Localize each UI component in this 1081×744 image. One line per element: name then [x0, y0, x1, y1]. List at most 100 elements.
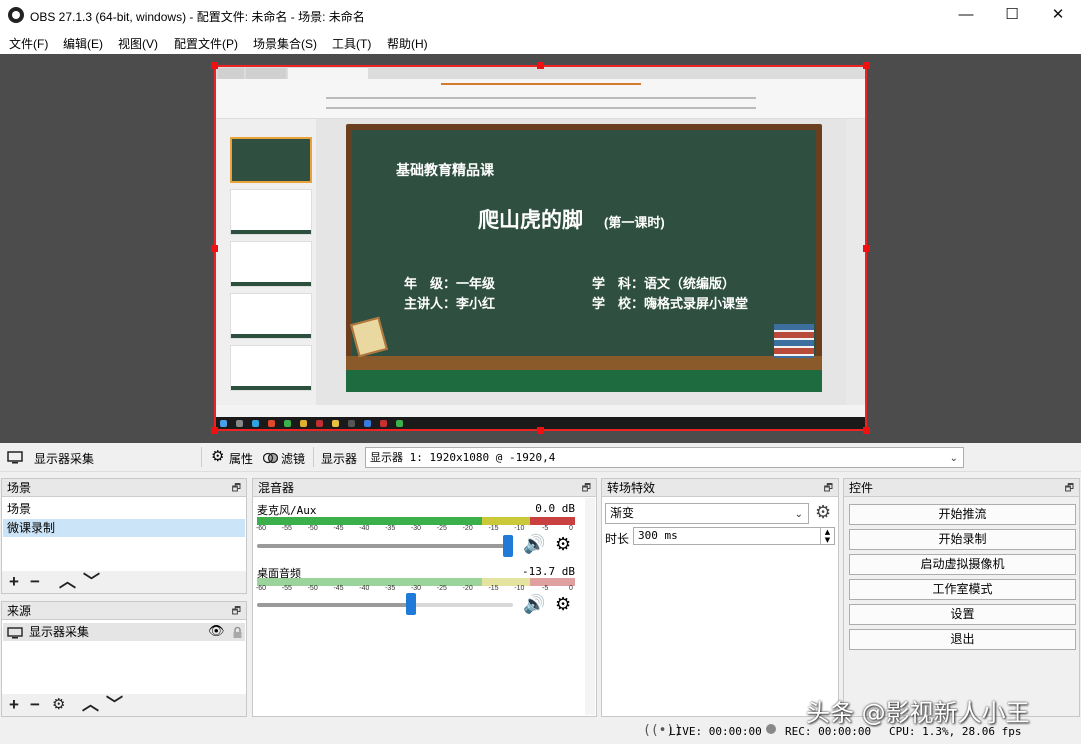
- capture-tab: [218, 68, 244, 79]
- menu-help[interactable]: 帮助(H): [387, 35, 428, 52]
- preview-canvas[interactable]: 基础教育精品课 爬山虎的脚 (第一课时) 年 级：一年级 学 科：语文（统编版）…: [0, 54, 1081, 443]
- menu-view[interactable]: 视图(V): [118, 35, 158, 52]
- meter-tick-label: -5: [542, 585, 549, 592]
- maximize-button[interactable]: ☐: [989, 0, 1035, 30]
- source-toolbar: 显示器采集 ⚙ 属性 滤镜 显示器 显示器 1: 1920x1080 @ -19…: [0, 443, 1081, 472]
- chevron-down-icon: ⌄: [949, 453, 958, 464]
- meter-tick-label: -55: [281, 525, 292, 532]
- display-label: 显示器: [321, 452, 358, 466]
- speaker-icon[interactable]: 🔊: [523, 594, 545, 615]
- add-icon[interactable]: +: [9, 572, 19, 592]
- gear-icon: ⚙: [211, 448, 225, 465]
- meter-tick-label: -35: [385, 585, 396, 592]
- slide-header: 基础教育精品课: [396, 162, 494, 178]
- display-capture-preview[interactable]: 基础教育精品课 爬山虎的脚 (第一课时) 年 级：一年级 学 科：语文（统编版）…: [211, 62, 870, 434]
- transitions-title: 转场特效: [602, 479, 838, 497]
- scenes-title: 场景: [2, 479, 246, 497]
- remove-icon[interactable]: −: [30, 695, 40, 715]
- slide-thumb: [230, 189, 312, 235]
- meter-tick-label: -60: [255, 525, 267, 532]
- controls-dock: 控件 🗗 开始推流 开始录制 启动虚拟摄像机 工作室模式 设置 退出: [843, 478, 1080, 717]
- meter-tick-label: -30: [410, 585, 422, 592]
- chalkboard-slide: 基础教育精品课 爬山虎的脚 (第一课时) 年 级：一年级 学 科：语文（统编版）…: [346, 124, 822, 392]
- scrollbar[interactable]: [585, 498, 595, 715]
- volume-slider-knob[interactable]: [405, 593, 416, 615]
- resize-handle[interactable]: [863, 427, 870, 434]
- studio-mode-button[interactable]: 工作室模式: [849, 579, 1076, 600]
- move-up-icon[interactable]: ︿: [59, 572, 76, 592]
- channel-name: 麦克风/Aux: [257, 504, 317, 517]
- speaker-icon[interactable]: 🔊: [523, 534, 545, 555]
- taskbar-search-icon: [236, 420, 243, 427]
- meter-tick-label: -10: [514, 585, 525, 592]
- exit-button[interactable]: 退出: [849, 629, 1076, 650]
- menu-edit[interactable]: 编辑(E): [63, 35, 103, 52]
- add-icon[interactable]: +: [9, 695, 19, 715]
- resize-handle[interactable]: [863, 62, 870, 69]
- volume-slider-knob[interactable]: [502, 535, 513, 557]
- resize-handle[interactable]: [211, 245, 218, 252]
- chalk-ledge: [346, 356, 822, 370]
- transition-select[interactable]: 渐变 ⌄: [605, 503, 809, 524]
- watermark-text: 头条 @影视新人小王: [806, 699, 1030, 727]
- move-down-icon[interactable]: ﹀: [83, 572, 100, 592]
- taskbar-app-icon: [396, 420, 403, 427]
- lock-icon[interactable]: [232, 626, 243, 639]
- taskbar-app-icon: [284, 420, 291, 427]
- properties-button[interactable]: 属性: [229, 450, 253, 467]
- float-icon[interactable]: 🗗: [824, 481, 833, 498]
- scene-item-selected[interactable]: 微课录制: [3, 519, 245, 537]
- scenes-dock: 场景 🗗 场景 微课录制 + − ︿ ﹀: [1, 478, 247, 594]
- taskbar-app-icon: [348, 420, 355, 427]
- menu-scene-collection[interactable]: 场景集合(S): [253, 35, 317, 52]
- monitor-icon: [7, 451, 23, 464]
- menu-file[interactable]: 文件(F): [9, 35, 48, 52]
- float-icon[interactable]: 🗗: [582, 481, 591, 498]
- resize-handle[interactable]: [211, 427, 218, 434]
- remove-icon[interactable]: −: [30, 572, 40, 592]
- float-icon[interactable]: 🗗: [1065, 481, 1074, 498]
- start-streaming-button[interactable]: 开始推流: [849, 504, 1076, 525]
- gear-icon[interactable]: ⚙: [52, 695, 65, 715]
- duration-value: 300 ms: [638, 529, 678, 542]
- resize-handle[interactable]: [211, 62, 218, 69]
- float-icon[interactable]: 🗗: [232, 481, 241, 498]
- start-recording-button[interactable]: 开始录制: [849, 529, 1076, 550]
- chalkboard: 基础教育精品课 爬山虎的脚 (第一课时) 年 级：一年级 学 科：语文（统编版）…: [352, 130, 816, 356]
- gear-icon[interactable]: ⚙: [815, 502, 831, 523]
- volume-meter: [257, 517, 575, 525]
- duration-input[interactable]: 300 ms ▲ ▼: [633, 527, 835, 545]
- taskbar-app-icon: [380, 420, 387, 427]
- close-button[interactable]: ✕: [1035, 0, 1081, 30]
- slide-editor: 基础教育精品课 爬山虎的脚 (第一课时) 年 级：一年级 学 科：语文（统编版）…: [316, 119, 846, 405]
- move-down-icon[interactable]: ﹀: [106, 695, 123, 715]
- capture-tab: [246, 68, 286, 79]
- source-item[interactable]: 显示器采集 👁: [3, 623, 245, 641]
- source-item-label: 显示器采集: [29, 625, 90, 639]
- volume-slider-fill: [257, 603, 411, 607]
- resize-handle[interactable]: [537, 62, 544, 69]
- gear-icon[interactable]: ⚙: [555, 534, 571, 555]
- menu-tools[interactable]: 工具(T): [332, 35, 371, 52]
- eye-icon[interactable]: 👁: [208, 622, 225, 640]
- meter-tick-label: 0: [569, 525, 573, 532]
- capture-tab: [288, 68, 368, 79]
- scene-item[interactable]: 场景: [3, 500, 245, 518]
- gear-icon[interactable]: ⚙: [555, 594, 571, 615]
- start-virtual-camera-button[interactable]: 启动虚拟摄像机: [849, 554, 1076, 575]
- settings-button[interactable]: 设置: [849, 604, 1076, 625]
- monitor-icon: [7, 627, 23, 639]
- resize-handle[interactable]: [863, 245, 870, 252]
- meter-tick-label: -15: [488, 525, 499, 532]
- mixer-title: 混音器: [253, 479, 596, 497]
- menu-profile[interactable]: 配置文件(P): [174, 35, 238, 52]
- meter-tick-label: -25: [436, 525, 447, 532]
- resize-handle[interactable]: [537, 427, 544, 434]
- filters-button[interactable]: 滤镜: [281, 450, 305, 467]
- display-select[interactable]: 显示器 1: 1920x1080 @ -1920,4 ⌄: [365, 447, 964, 468]
- float-icon[interactable]: 🗗: [232, 604, 241, 621]
- minimize-button[interactable]: —: [943, 0, 989, 30]
- move-up-icon[interactable]: ︿: [82, 695, 99, 715]
- spinner-icon[interactable]: ▲ ▼: [820, 528, 834, 544]
- divider: [313, 447, 314, 467]
